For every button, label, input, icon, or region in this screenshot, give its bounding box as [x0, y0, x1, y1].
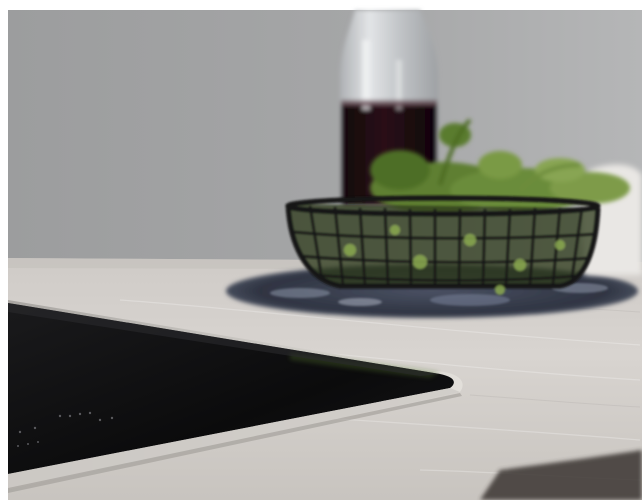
wire-basket	[285, 195, 601, 295]
photo-scene	[0, 0, 642, 500]
kitchen-photo	[0, 0, 642, 500]
